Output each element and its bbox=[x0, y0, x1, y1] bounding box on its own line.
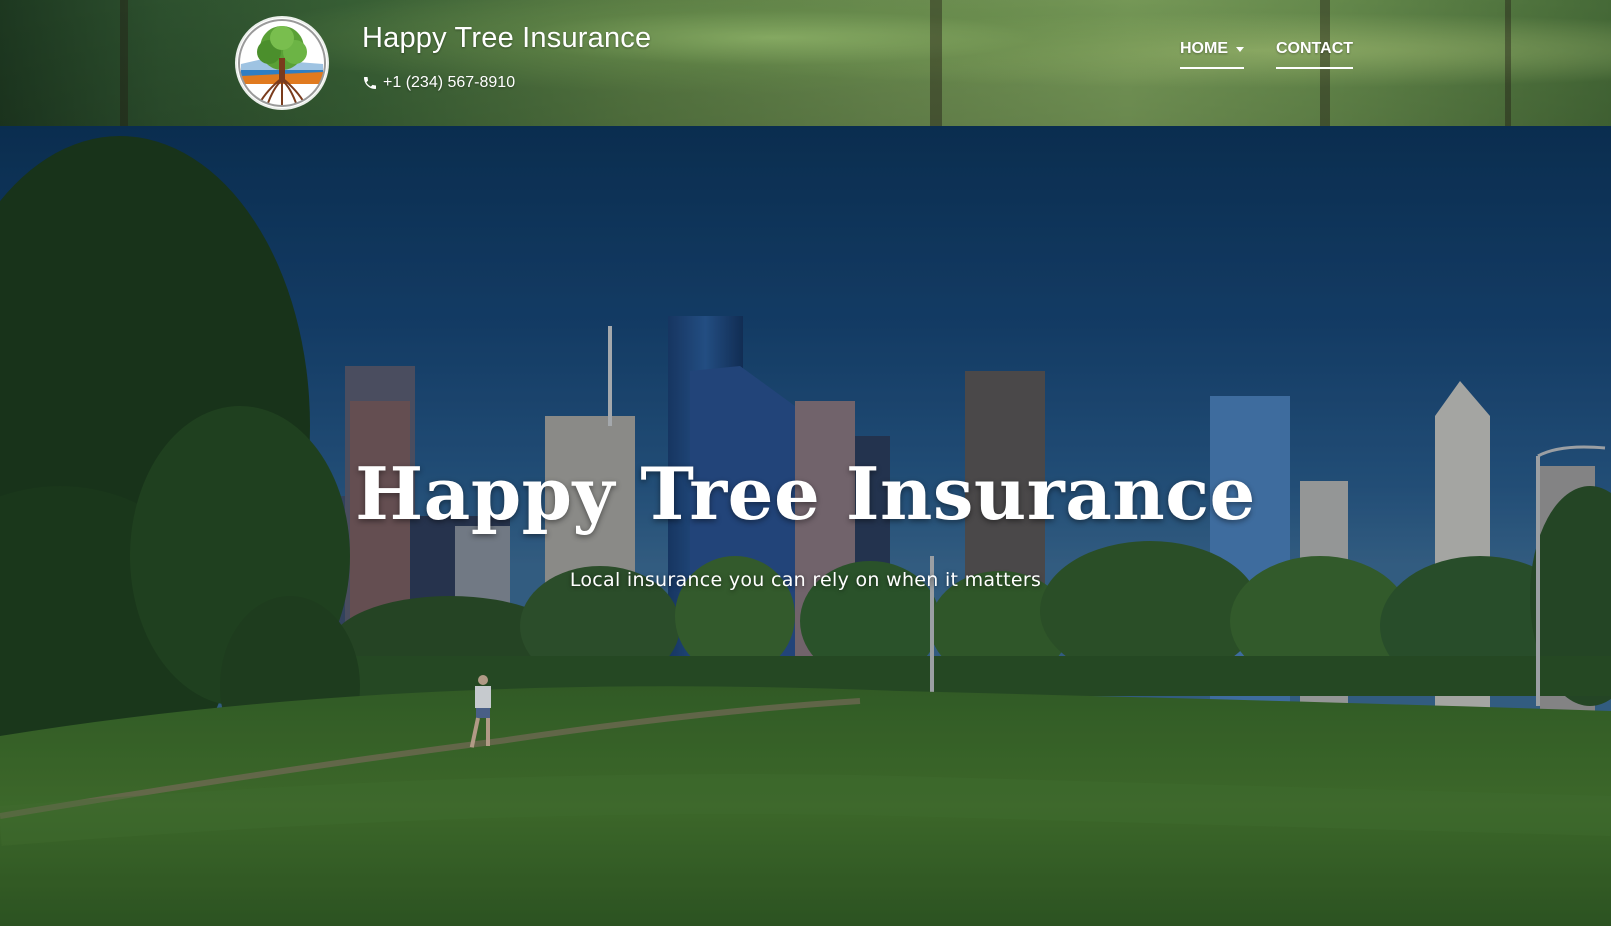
hero-section: Happy Tree Insurance Local insurance you… bbox=[0, 126, 1611, 926]
nav-item-contact[interactable]: CONTACT bbox=[1276, 40, 1354, 69]
nav-item-contact-label: CONTACT bbox=[1276, 40, 1354, 57]
hero-subtitle: Local insurance you can rely on when it … bbox=[569, 569, 1042, 591]
site-title[interactable]: Happy Tree Insurance bbox=[362, 22, 651, 55]
phone-icon bbox=[364, 77, 376, 89]
nav-item-home-label: HOME bbox=[1180, 40, 1228, 57]
main-navigation: HOME CONTACT bbox=[1180, 40, 1354, 69]
hero-title: Happy Tree Insurance bbox=[355, 451, 1256, 536]
page: Happy Tree Insurance +1 (234) 567-8910 H… bbox=[0, 0, 1611, 926]
phone-contact[interactable]: +1 (234) 567-8910 bbox=[362, 74, 515, 92]
phone-number: +1 (234) 567-8910 bbox=[383, 74, 516, 91]
site-header: Happy Tree Insurance +1 (234) 567-8910 H… bbox=[0, 0, 1611, 126]
nav-item-home[interactable]: HOME bbox=[1180, 40, 1244, 69]
chevron-down-icon bbox=[1236, 46, 1244, 52]
happy-tree-logo-icon[interactable] bbox=[237, 18, 327, 108]
